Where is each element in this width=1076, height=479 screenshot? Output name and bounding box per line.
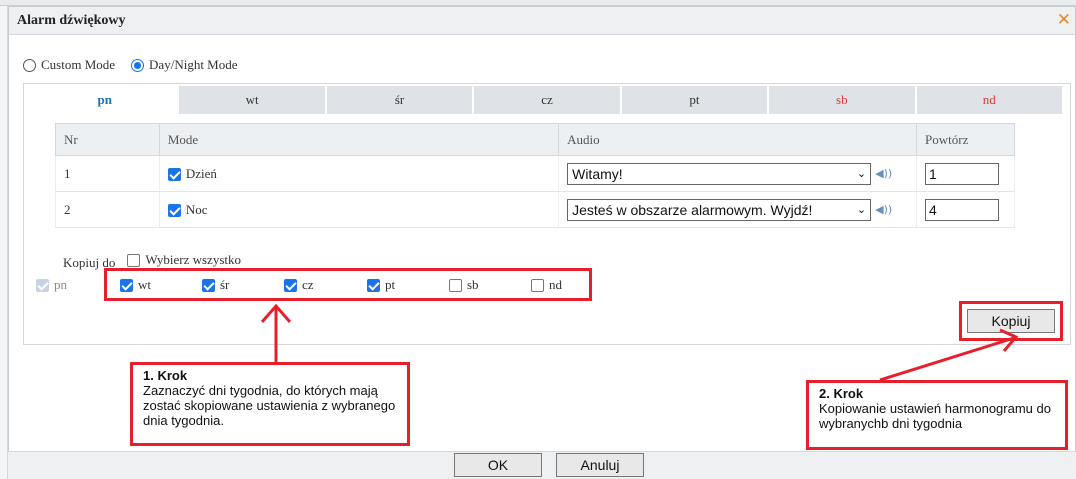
schedule-table: Nr Mode Audio Powtórz 1 Dzień Witamy! ⌄ ◀)…: [55, 123, 1015, 228]
row-mode-label: Dzień: [185, 165, 217, 181]
day-mode-checkbox[interactable]: [167, 168, 181, 182]
select-all-label: Wybierz wszystko: [145, 252, 241, 267]
mode-selector: Custom Mode Day/Night Mode: [23, 55, 254, 75]
tab-cz[interactable]: cz: [474, 86, 622, 114]
tab-wt[interactable]: wt: [179, 86, 327, 114]
tab-pt[interactable]: pt: [621, 86, 770, 114]
source-day-checkbox: [36, 278, 49, 292]
callout-step1-text: Zaznaczyć dni tygodnia, do których mają …: [143, 383, 396, 428]
night-mode-checkbox[interactable]: [167, 204, 181, 218]
audio-select[interactable]: Jesteś w obszarze alarmowym. Wyjdź! ⌄: [567, 198, 872, 221]
day-night-mode-radio[interactable]: [131, 58, 145, 72]
background-window-edge: [0, 6, 8, 479]
tab-sb[interactable]: sb: [769, 86, 917, 114]
repeat-input[interactable]: 1: [925, 162, 1000, 185]
tab-pn[interactable]: pn: [32, 86, 180, 114]
speaker-icon[interactable]: ◀)): [875, 167, 892, 180]
column-header-audio: Audio: [558, 123, 918, 156]
annotation-highlight-copy-button: [959, 301, 1063, 341]
row-audio-cell: Witamy! ⌄ ◀)): [558, 155, 918, 192]
tab-sr[interactable]: śr: [326, 86, 475, 114]
callout-step1: 1. Krok Zaznaczyć dni tygodnia, do który…: [130, 362, 410, 446]
custom-mode-option[interactable]: Custom Mode: [23, 57, 115, 73]
select-all-checkbox[interactable]: [127, 253, 141, 267]
custom-mode-radio[interactable]: [23, 58, 36, 72]
dialog-footer: [8, 451, 1076, 479]
cancel-button[interactable]: Anuluj: [556, 453, 644, 477]
row-audio-cell: Jesteś w obszarze alarmowym. Wyjdź! ⌄ ◀)): [558, 191, 918, 228]
close-icon[interactable]: ✕: [1057, 10, 1071, 30]
repeat-input[interactable]: 4: [925, 198, 1000, 221]
chevron-down-icon: ⌄: [856, 166, 867, 180]
day-night-mode-label: Day/Night Mode: [149, 57, 238, 72]
table-row: 2 Noc Jesteś w obszarze alarmowym. Wyjdź…: [55, 191, 1015, 228]
column-header-repeat: Powtórz: [916, 123, 1015, 156]
row-mode-cell: Noc: [158, 191, 560, 228]
audio-select[interactable]: Witamy! ⌄: [567, 162, 872, 185]
dialog-title: Alarm dźwiękowy: [17, 13, 126, 28]
annotation-highlight-days: [104, 268, 592, 301]
table-header-row: Nr Mode Audio Powtórz: [55, 123, 1015, 156]
row-repeat-cell: 1: [916, 155, 1015, 192]
row-nr: 1: [55, 155, 160, 192]
source-day-option: pn: [36, 277, 67, 293]
chevron-down-icon: ⌄: [856, 202, 867, 216]
tab-nd[interactable]: nd: [916, 86, 1062, 114]
table-row: 1 Dzień Witamy! ⌄ ◀)) 1: [55, 155, 1015, 192]
callout-step2-text: Kopiowanie ustawień harmonogramu do wybr…: [819, 401, 1051, 431]
callout-step1-heading: 1. Krok: [143, 368, 188, 383]
callout-step2-heading: 2. Krok: [819, 386, 864, 401]
custom-mode-label: Custom Mode: [41, 57, 116, 72]
audio-select-value: Jesteś w obszarze alarmowym. Wyjdź!: [572, 201, 813, 218]
row-repeat-cell: 4: [916, 191, 1015, 228]
audio-select-value: Witamy!: [572, 165, 623, 182]
column-header-mode: Mode: [158, 123, 560, 156]
select-all-option[interactable]: Wybierz wszystko: [127, 252, 241, 268]
column-header-nr: Nr: [55, 123, 160, 156]
weekday-tabs: pn wt śr cz pt sb nd: [32, 86, 1062, 114]
row-mode-label: Noc: [185, 201, 208, 217]
source-day-label: pn: [54, 277, 67, 292]
callout-step2: 2. Krok Kopiowanie ustawień harmonogramu…: [806, 380, 1068, 450]
row-mode-cell: Dzień: [158, 155, 560, 192]
ok-button[interactable]: OK: [454, 453, 542, 477]
speaker-icon[interactable]: ◀)): [875, 203, 892, 216]
dialog-titlebar: Alarm dźwiękowy ✕: [9, 7, 1075, 35]
row-nr: 2: [55, 191, 160, 228]
day-night-mode-option[interactable]: Day/Night Mode: [131, 57, 238, 73]
